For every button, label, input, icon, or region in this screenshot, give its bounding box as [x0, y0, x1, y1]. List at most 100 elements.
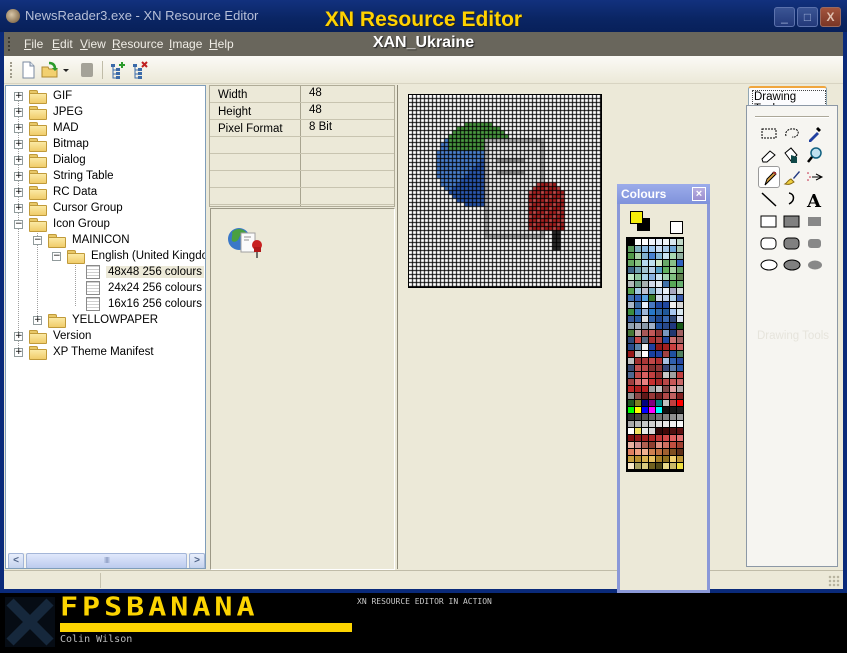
expand-icon[interactable]: + [14, 139, 23, 149]
tool-curve-button[interactable] [781, 188, 803, 210]
expand-icon[interactable]: + [14, 331, 23, 341]
palette-swatch[interactable] [656, 281, 662, 287]
tree-item[interactable]: + Cursor Group [14, 200, 125, 216]
palette-swatch[interactable] [649, 274, 655, 280]
palette-swatch[interactable] [628, 239, 634, 245]
tree-item[interactable]: + JPEG [14, 104, 85, 120]
palette-swatch[interactable] [656, 274, 662, 280]
palette-swatch[interactable] [649, 456, 655, 462]
palette-swatch[interactable] [663, 344, 669, 350]
palette-swatch[interactable] [628, 442, 634, 448]
palette-swatch[interactable] [649, 281, 655, 287]
palette-swatch[interactable] [663, 414, 669, 420]
palette-swatch[interactable] [670, 407, 676, 413]
palette-swatch[interactable] [663, 372, 669, 378]
palette-swatch[interactable] [656, 386, 662, 392]
tree-item[interactable]: 48x48 256 colours [71, 264, 204, 280]
transparent-colour-swatch[interactable] [670, 221, 683, 234]
palette-swatch[interactable] [628, 267, 634, 273]
palette-swatch[interactable] [628, 246, 634, 252]
palette-swatch[interactable] [628, 372, 634, 378]
palette-swatch[interactable] [663, 239, 669, 245]
palette-swatch[interactable] [649, 435, 655, 441]
palette-swatch[interactable] [670, 295, 676, 301]
palette-swatch[interactable] [656, 309, 662, 315]
maximize-button[interactable]: □ [797, 7, 818, 27]
property-row[interactable]: Pixel Format 8 Bit [210, 120, 394, 137]
palette-swatch[interactable] [677, 463, 683, 469]
palette-swatch[interactable] [635, 358, 641, 364]
palette-swatch[interactable] [663, 295, 669, 301]
palette-swatch[interactable] [677, 365, 683, 371]
scroll-left-arrow-icon[interactable]: < [8, 553, 24, 568]
palette-swatch[interactable] [656, 239, 662, 245]
palette-swatch[interactable] [663, 351, 669, 357]
palette-swatch[interactable] [677, 295, 683, 301]
title-bar[interactable]: NewsReader3.exe - XN Resource Editor XN … [0, 0, 847, 32]
palette-swatch[interactable] [663, 253, 669, 259]
tree-item[interactable]: + Version [14, 328, 93, 344]
palette-swatch[interactable] [642, 393, 648, 399]
palette-swatch[interactable] [642, 463, 648, 469]
palette-swatch[interactable] [656, 246, 662, 252]
scroll-right-arrow-icon[interactable]: > [189, 553, 205, 568]
palette-swatch[interactable] [656, 302, 662, 308]
palette-swatch[interactable] [656, 288, 662, 294]
palette-swatch[interactable] [642, 386, 648, 392]
palette-swatch[interactable] [677, 372, 683, 378]
tool-color-picker-button[interactable] [804, 122, 826, 144]
palette-swatch[interactable] [649, 449, 655, 455]
palette-swatch[interactable] [635, 337, 641, 343]
palette-swatch[interactable] [656, 316, 662, 322]
palette-swatch[interactable] [635, 407, 641, 413]
palette-swatch[interactable] [670, 281, 676, 287]
palette-swatch[interactable] [677, 281, 683, 287]
palette-swatch[interactable] [649, 253, 655, 259]
expand-icon[interactable]: + [14, 91, 23, 101]
palette-swatch[interactable] [663, 358, 669, 364]
tool-zoom-button[interactable] [804, 144, 826, 166]
foreground-colour-swatch[interactable] [630, 211, 643, 224]
palette-swatch[interactable] [642, 428, 648, 434]
toolbar-grip[interactable] [10, 62, 12, 78]
palette-swatch[interactable] [635, 239, 641, 245]
palette-swatch[interactable] [677, 421, 683, 427]
palette-swatch[interactable] [663, 435, 669, 441]
palette-swatch[interactable] [628, 400, 634, 406]
palette-swatch[interactable] [677, 358, 683, 364]
palette-swatch[interactable] [642, 253, 648, 259]
palette-swatch[interactable] [649, 239, 655, 245]
palette-swatch[interactable] [656, 463, 662, 469]
palette-swatch[interactable] [656, 260, 662, 266]
palette-swatch[interactable] [628, 351, 634, 357]
palette-swatch[interactable] [628, 288, 634, 294]
palette-swatch[interactable] [670, 316, 676, 322]
palette-swatch[interactable] [642, 379, 648, 385]
palette-swatch[interactable] [628, 337, 634, 343]
palette-swatch[interactable] [628, 407, 634, 413]
tree-item[interactable]: + MAD [14, 120, 81, 136]
palette-swatch[interactable] [642, 372, 648, 378]
property-row[interactable]: Height 48 [210, 103, 394, 120]
palette-swatch[interactable] [677, 456, 683, 462]
palette-swatch[interactable] [635, 274, 641, 280]
palette-swatch[interactable] [656, 267, 662, 273]
palette-swatch[interactable] [628, 379, 634, 385]
palette-swatch[interactable] [635, 316, 641, 322]
palette-swatch[interactable] [628, 302, 634, 308]
pixel-grid[interactable] [409, 95, 601, 287]
palette-swatch[interactable] [677, 330, 683, 336]
palette-swatch[interactable] [677, 449, 683, 455]
palette-swatch[interactable] [663, 260, 669, 266]
palette-swatch[interactable] [670, 337, 676, 343]
palette-swatch[interactable] [677, 239, 683, 245]
palette-swatch[interactable] [663, 421, 669, 427]
palette-swatch[interactable] [670, 379, 676, 385]
palette-swatch[interactable] [656, 400, 662, 406]
palette-swatch[interactable] [635, 456, 641, 462]
expand-icon[interactable]: + [14, 171, 23, 181]
palette-swatch[interactable] [670, 288, 676, 294]
palette-swatch[interactable] [649, 421, 655, 427]
palette-swatch[interactable] [656, 379, 662, 385]
palette-swatch[interactable] [670, 344, 676, 350]
